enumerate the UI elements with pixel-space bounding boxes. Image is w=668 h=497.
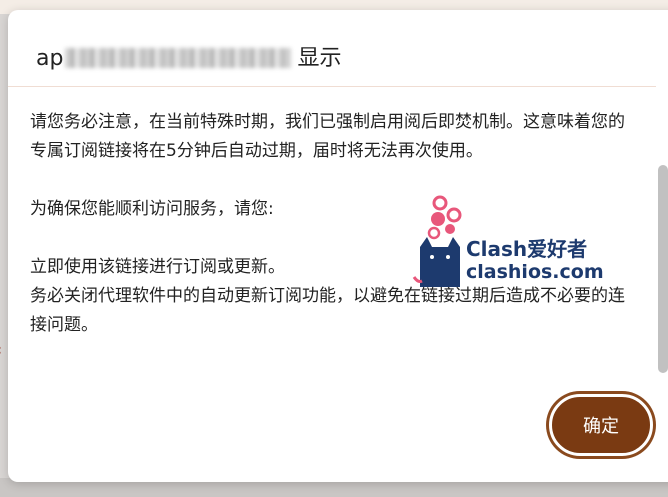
watermark-url: clashios.com [466, 261, 604, 283]
message-list-item: 务必关闭代理软件中的自动更新订阅功能，以避免在链接过期后造成不必要的连接问题。 [30, 286, 625, 335]
message-paragraph: 请您务必注意，在当前特殊时期，我们已强制启用阅后即焚机制。这意味着您的专属订阅链… [30, 112, 625, 161]
watermark: Clash爱好者 clashios.com [410, 195, 610, 290]
confirm-button[interactable]: 确定 [549, 394, 653, 456]
dialog-title: ap 显示 [36, 44, 341, 74]
cat-logo-icon [412, 195, 462, 287]
confirm-button-label: 确定 [583, 416, 619, 437]
dialog-title-prefix: ap [36, 46, 64, 71]
dialog-title-suffix: 显示 [297, 46, 342, 71]
scrollbar-thumb[interactable] [658, 165, 668, 373]
dialog-header: ap 显示 [8, 10, 668, 87]
watermark-brand: Clash爱好者 [466, 237, 588, 261]
redacted-domain [65, 48, 292, 68]
